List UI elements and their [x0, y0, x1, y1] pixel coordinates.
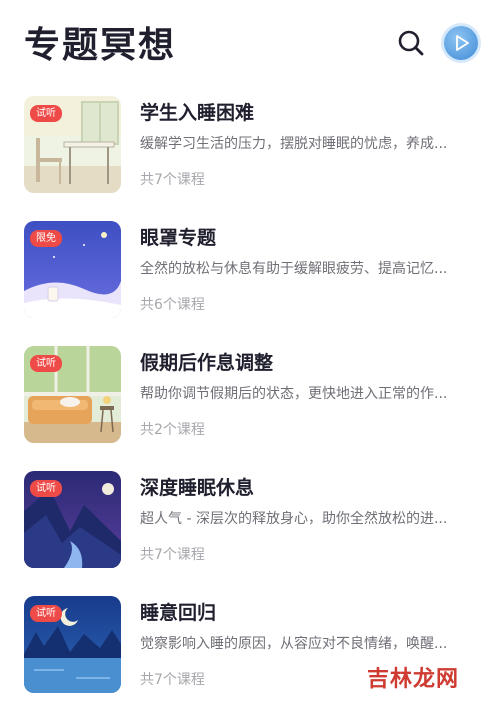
search-icon[interactable]	[396, 28, 426, 58]
classroom-desk-illustration: 试听	[24, 96, 121, 193]
list-item[interactable]: 试听 睡意回归 觉察影响入睡的原因，从容应对不良情绪，唤醒... 共7个课程	[0, 592, 499, 717]
item-count: 共2个课程	[140, 422, 205, 438]
list-item[interactable]: 试听 假期后作息调整 帮助你调节假期后的状态，更快地进入正常的作... 共2个课…	[0, 342, 499, 467]
item-count: 共7个课程	[140, 172, 205, 188]
list-item[interactable]: 试听 学生入睡困难 缓解学习生活的压力，摆脱对睡眠的忧虑，养成... 共7个课程	[0, 92, 499, 217]
item-description: 帮助你调节假期后的状态，更快地进入正常的作...	[140, 386, 448, 402]
list-item[interactable]: 限免 眼罩专题 全然的放松与休息有助于缓解眼疲劳、提高记忆... 共6个课程	[0, 217, 499, 342]
night-sky-bottle-illustration: 限免	[24, 221, 121, 318]
item-title: 睡意回归	[140, 602, 217, 624]
item-title: 深度睡眠休息	[140, 477, 255, 499]
page-title: 专题冥想	[24, 25, 177, 66]
header: 专题冥想	[0, 0, 499, 82]
item-count: 共7个课程	[140, 672, 205, 688]
item-description: 缓解学习生活的压力，摆脱对睡眠的忧虑，养成...	[140, 136, 448, 152]
mountain-river-moon-illustration: 试听	[24, 471, 121, 568]
status-badge: 试听	[30, 355, 62, 372]
item-count: 共7个课程	[140, 547, 205, 563]
item-description: 超人气 - 深层次的释放身心，助你全然放松的进...	[140, 511, 448, 527]
sofa-cat-illustration: 试听	[24, 346, 121, 443]
item-title: 假期后作息调整	[140, 352, 274, 374]
list-item[interactable]: 试听 深度睡眠休息 超人气 - 深层次的释放身心，助你全然放松的进... 共7个…	[0, 467, 499, 592]
play-icon[interactable]	[444, 26, 478, 60]
item-title: 眼罩专题	[140, 227, 217, 249]
topic-list: 试听 学生入睡困难 缓解学习生活的压力，摆脱对睡眠的忧虑，养成... 共7个课程	[0, 92, 499, 717]
moon-lake-illustration: 试听	[24, 596, 121, 693]
item-description: 觉察影响入睡的原因，从容应对不良情绪，唤醒...	[140, 636, 448, 652]
watermark: 吉林龙网	[366, 667, 459, 692]
status-badge: 限免	[30, 230, 62, 247]
item-description: 全然的放松与休息有助于缓解眼疲劳、提高记忆...	[140, 261, 448, 277]
status-badge: 试听	[30, 105, 62, 122]
item-title: 学生入睡困难	[140, 102, 255, 124]
status-badge: 试听	[30, 480, 62, 497]
item-count: 共6个课程	[140, 297, 205, 313]
status-badge: 试听	[30, 605, 62, 622]
